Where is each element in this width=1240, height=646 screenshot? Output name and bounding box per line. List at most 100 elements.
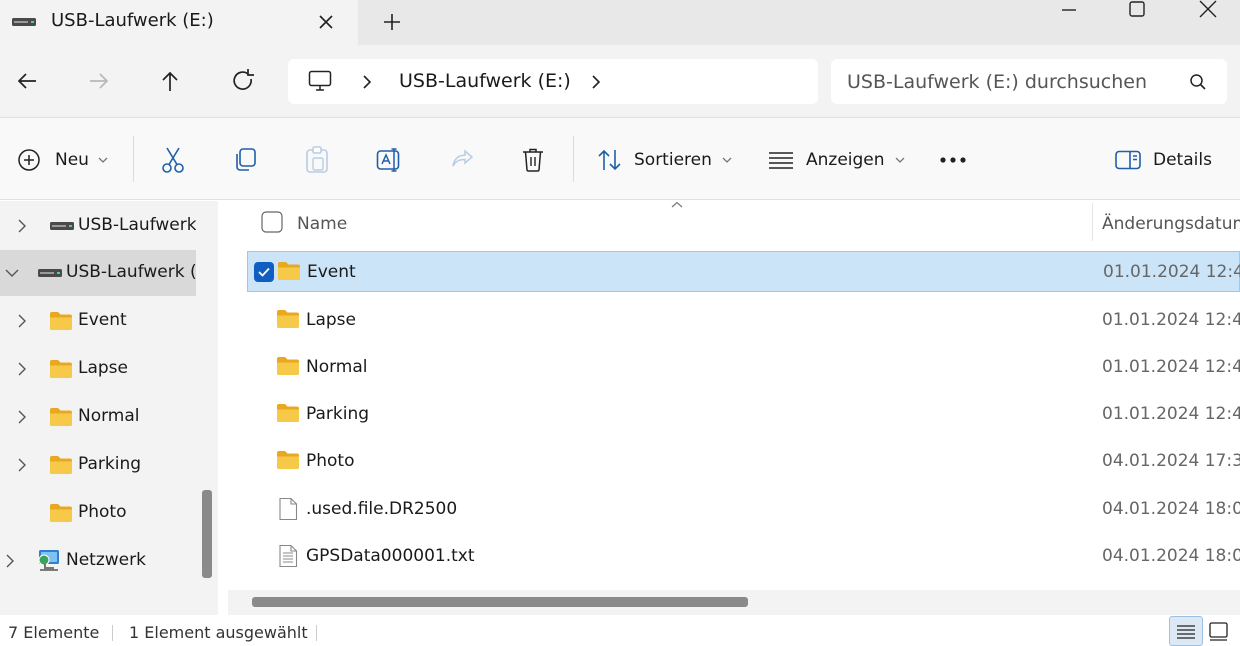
search-box[interactable]	[831, 59, 1227, 104]
sort-button[interactable]: Sortieren	[597, 118, 732, 201]
view-button[interactable]: Anzeigen	[768, 118, 905, 201]
chevron-right-icon[interactable]	[17, 219, 27, 233]
chevron-right-icon[interactable]	[17, 458, 27, 472]
new-tab-icon[interactable]	[380, 10, 404, 34]
file-row-normal[interactable]: Normal 01.01.2024 12:49	[247, 347, 1240, 388]
file-icon	[278, 497, 298, 521]
column-divider[interactable]	[1092, 203, 1093, 241]
share-button[interactable]	[449, 118, 475, 201]
chevron-right-icon[interactable]	[17, 410, 27, 424]
sidebar-item-usb-drive-e[interactable]: USB-Laufwerk (E	[0, 250, 196, 296]
folder-icon	[49, 359, 73, 379]
divider	[316, 625, 317, 641]
chevron-down-icon	[722, 156, 732, 164]
rename-button[interactable]	[376, 118, 402, 201]
forward-arrow-icon[interactable]	[84, 66, 114, 96]
column-header-modified[interactable]: Änderungsdatum	[1102, 214, 1240, 234]
file-date: 04.01.2024 18:05	[1102, 546, 1240, 566]
chevron-right-icon[interactable]	[17, 362, 27, 376]
sidebar-item-event[interactable]: Event	[0, 298, 196, 344]
column-header-name[interactable]: Name	[297, 214, 347, 234]
sidebar-item-network[interactable]: Netzwerk	[0, 538, 196, 584]
sort-ascending-icon	[670, 201, 684, 209]
sidebar-item-label: Normal	[78, 406, 140, 426]
cut-button[interactable]	[160, 118, 186, 201]
status-bar: 7 Elemente 1 Element ausgewählt	[0, 615, 1240, 646]
file-row-parking[interactable]: Parking 01.01.2024 12:49	[247, 394, 1240, 435]
sidebar-item-label: Event	[78, 310, 127, 330]
horizontal-scrollbar[interactable]	[252, 597, 748, 607]
chevron-right-icon[interactable]	[361, 74, 373, 90]
file-date: 04.01.2024 17:34	[1102, 451, 1240, 471]
folder-icon	[49, 311, 73, 331]
file-row-lapse[interactable]: Lapse 01.01.2024 12:49	[247, 300, 1240, 341]
drive-icon	[50, 221, 74, 231]
copy-button[interactable]	[232, 118, 258, 201]
search-icon[interactable]	[1189, 73, 1207, 91]
file-list: Name Änderungsdatum Event 01.01.2024 12:…	[218, 201, 1240, 615]
sidebar-item-lapse[interactable]: Lapse	[0, 346, 196, 392]
details-label: Details	[1153, 149, 1212, 170]
up-arrow-icon[interactable]	[155, 66, 185, 96]
text-file-icon	[278, 544, 298, 568]
file-row-used-file[interactable]: .used.file.DR2500 04.01.2024 18:05	[247, 489, 1240, 530]
more-icon	[940, 156, 966, 164]
plus-circle-icon	[17, 148, 41, 172]
tab-usb-drive[interactable]: USB-Laufwerk (E:)	[0, 0, 358, 45]
file-row-event[interactable]: Event 01.01.2024 12:49	[247, 251, 1240, 292]
selection-count: 1 Element ausgewählt	[129, 623, 308, 642]
folder-icon	[276, 309, 300, 329]
sidebar-item-label: USB-Laufwerk (E	[66, 262, 196, 282]
paste-button[interactable]	[305, 118, 329, 201]
sort-label: Sortieren	[634, 149, 712, 170]
divider	[133, 136, 134, 182]
chevron-right-icon[interactable]	[590, 74, 602, 90]
search-input[interactable]	[847, 69, 1177, 94]
minimize-icon[interactable]	[1046, 0, 1092, 20]
file-name: Event	[307, 262, 356, 282]
breadcrumb[interactable]: USB-Laufwerk (E:)	[399, 70, 571, 92]
select-all-checkbox[interactable]	[261, 211, 283, 233]
details-pane-button[interactable]: Details	[1115, 118, 1212, 201]
sidebar-scrollbar[interactable]	[202, 490, 212, 578]
sidebar-item-normal[interactable]: Normal	[0, 394, 196, 440]
refresh-icon[interactable]	[228, 66, 258, 96]
file-date: 01.01.2024 12:49	[1102, 357, 1240, 377]
sidebar-item-label: Parking	[78, 454, 142, 474]
sidebar-item-photo[interactable]: Photo	[0, 490, 196, 536]
file-date: 01.01.2024 12:49	[1102, 310, 1240, 330]
more-options-button[interactable]	[940, 118, 966, 201]
navigation-bar: USB-Laufwerk (E:)	[0, 45, 1240, 117]
title-bar: USB-Laufwerk (E:)	[0, 0, 1240, 45]
file-name: Photo	[306, 451, 355, 471]
sidebar-item-label: Photo	[78, 502, 127, 522]
row-checkbox[interactable]	[254, 262, 274, 282]
chevron-right-icon[interactable]	[5, 554, 15, 568]
new-button[interactable]: Neu	[17, 118, 108, 201]
delete-button[interactable]	[521, 118, 545, 201]
sidebar-item-parking[interactable]: Parking	[0, 442, 196, 488]
chevron-down-icon[interactable]	[5, 268, 19, 278]
tiles-view-icon[interactable]	[1208, 621, 1230, 641]
details-view-button[interactable]	[1169, 616, 1203, 646]
copy-icon	[232, 147, 258, 173]
sidebar-item-usb-drive[interactable]: USB-Laufwerk (	[0, 203, 196, 249]
address-bar[interactable]: USB-Laufwerk (E:)	[288, 59, 818, 104]
maximize-icon[interactable]	[1114, 0, 1160, 20]
chevron-down-icon	[98, 156, 108, 164]
close-window-icon[interactable]	[1185, 0, 1231, 20]
command-bar: Neu Sortieren Anzeigen Details	[0, 117, 1240, 200]
chevron-right-icon[interactable]	[17, 314, 27, 328]
sidebar-item-label: USB-Laufwerk (	[78, 215, 196, 235]
file-name: GPSData000001.txt	[306, 546, 475, 566]
scissors-icon	[160, 146, 186, 174]
item-count: 7 Elemente	[8, 623, 100, 642]
folder-icon	[277, 261, 301, 281]
file-row-photo[interactable]: Photo 04.01.2024 17:34	[247, 441, 1240, 482]
navigation-pane: USB-Laufwerk ( USB-Laufwerk (E Event Lap…	[0, 201, 218, 615]
divider	[112, 625, 113, 641]
close-tab-icon[interactable]	[314, 10, 338, 34]
back-arrow-icon[interactable]	[12, 66, 42, 96]
file-row-gpsdata[interactable]: GPSData000001.txt 04.01.2024 18:05	[247, 536, 1240, 577]
divider	[573, 136, 574, 182]
